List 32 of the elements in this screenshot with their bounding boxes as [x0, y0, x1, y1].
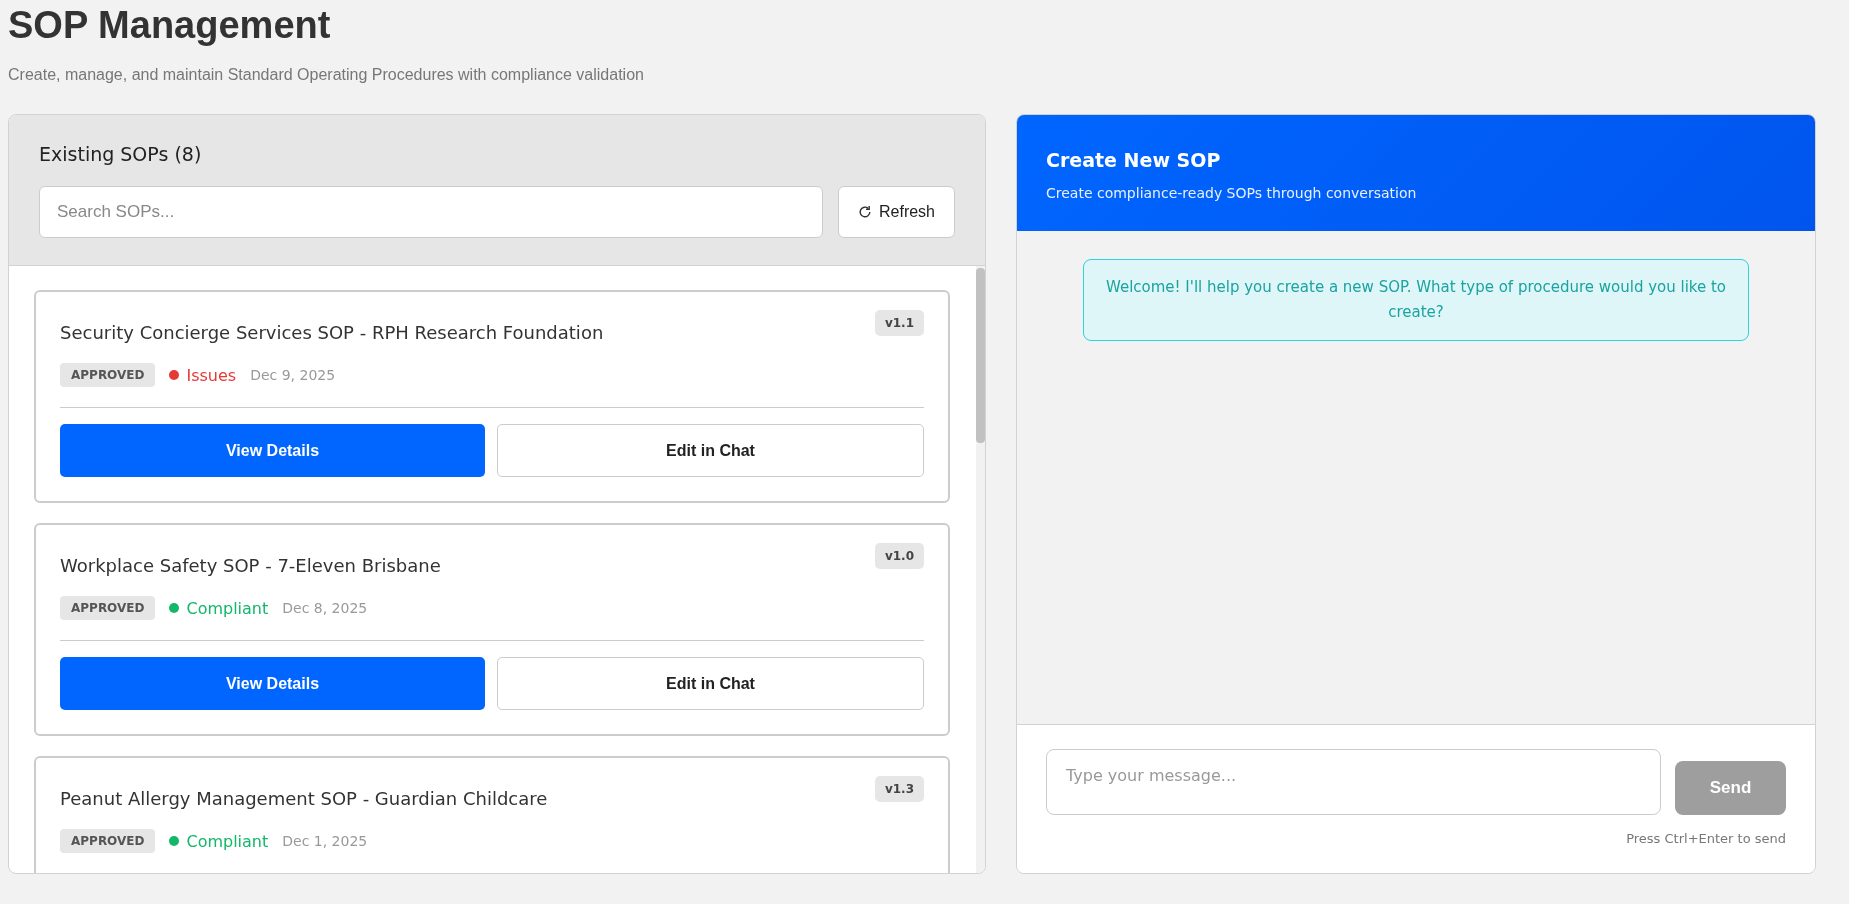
send-hint: Press Ctrl+Enter to send: [1625, 831, 1786, 846]
sop-date: Dec 8, 2025: [282, 600, 368, 616]
search-field[interactable]: Search SOPs...: [39, 186, 823, 238]
chat-title: Create New SOP: [1046, 149, 1222, 171]
chat-message: Welcome! I'll help you create a new SOP. What type of procedure would you like to create?: [1083, 259, 1749, 341]
sop-title: Workplace Safety SOP - 7-Eleven Brisbane: [60, 555, 441, 576]
message-field[interactable]: Type your message...: [1046, 749, 1661, 815]
sop-date: Dec 9, 2025: [250, 367, 336, 383]
chat-subtitle: Create compliance-ready SOPs through conversation: [1046, 185, 1418, 201]
sop-date: Dec 1, 2025: [282, 833, 368, 849]
compliance-status: Issues: [186, 365, 237, 385]
status-badge: APPROVED: [60, 596, 156, 620]
version-badge: v1.3: [874, 776, 924, 802]
refresh-icon: [858, 205, 872, 219]
scroll-thumb[interactable]: [976, 268, 985, 443]
status-badge: APPROVED: [60, 363, 156, 387]
sop-title: Peanut Allergy Management SOP - Guardian Childcare: [60, 788, 548, 809]
status-badge: APPROVED: [60, 829, 156, 853]
edit-in-chat-button[interactable]: Edit in Chat: [497, 424, 924, 477]
compliance-status: Compliant: [186, 831, 269, 851]
refresh-button[interactable]: Refresh: [838, 186, 955, 238]
scrollbar[interactable]: [976, 266, 985, 873]
sop-title: Security Concierge Services SOP - RPH Research Foundation: [60, 322, 604, 343]
page-subtitle: Create, manage, and maintain Standard Operating Procedures with compliance validation: [8, 66, 645, 84]
view-details-button[interactable]: View Details: [60, 424, 485, 477]
edit-in-chat-button[interactable]: Edit in Chat: [497, 657, 924, 710]
compliance-status: Compliant: [186, 598, 269, 618]
panel-heading: Existing SOPs (8): [39, 143, 203, 165]
version-badge: v1.0: [874, 543, 924, 569]
version-badge: v1.1: [874, 310, 924, 336]
page-title: SOP Management: [8, 3, 332, 46]
view-details-button[interactable]: View Details: [60, 657, 485, 710]
